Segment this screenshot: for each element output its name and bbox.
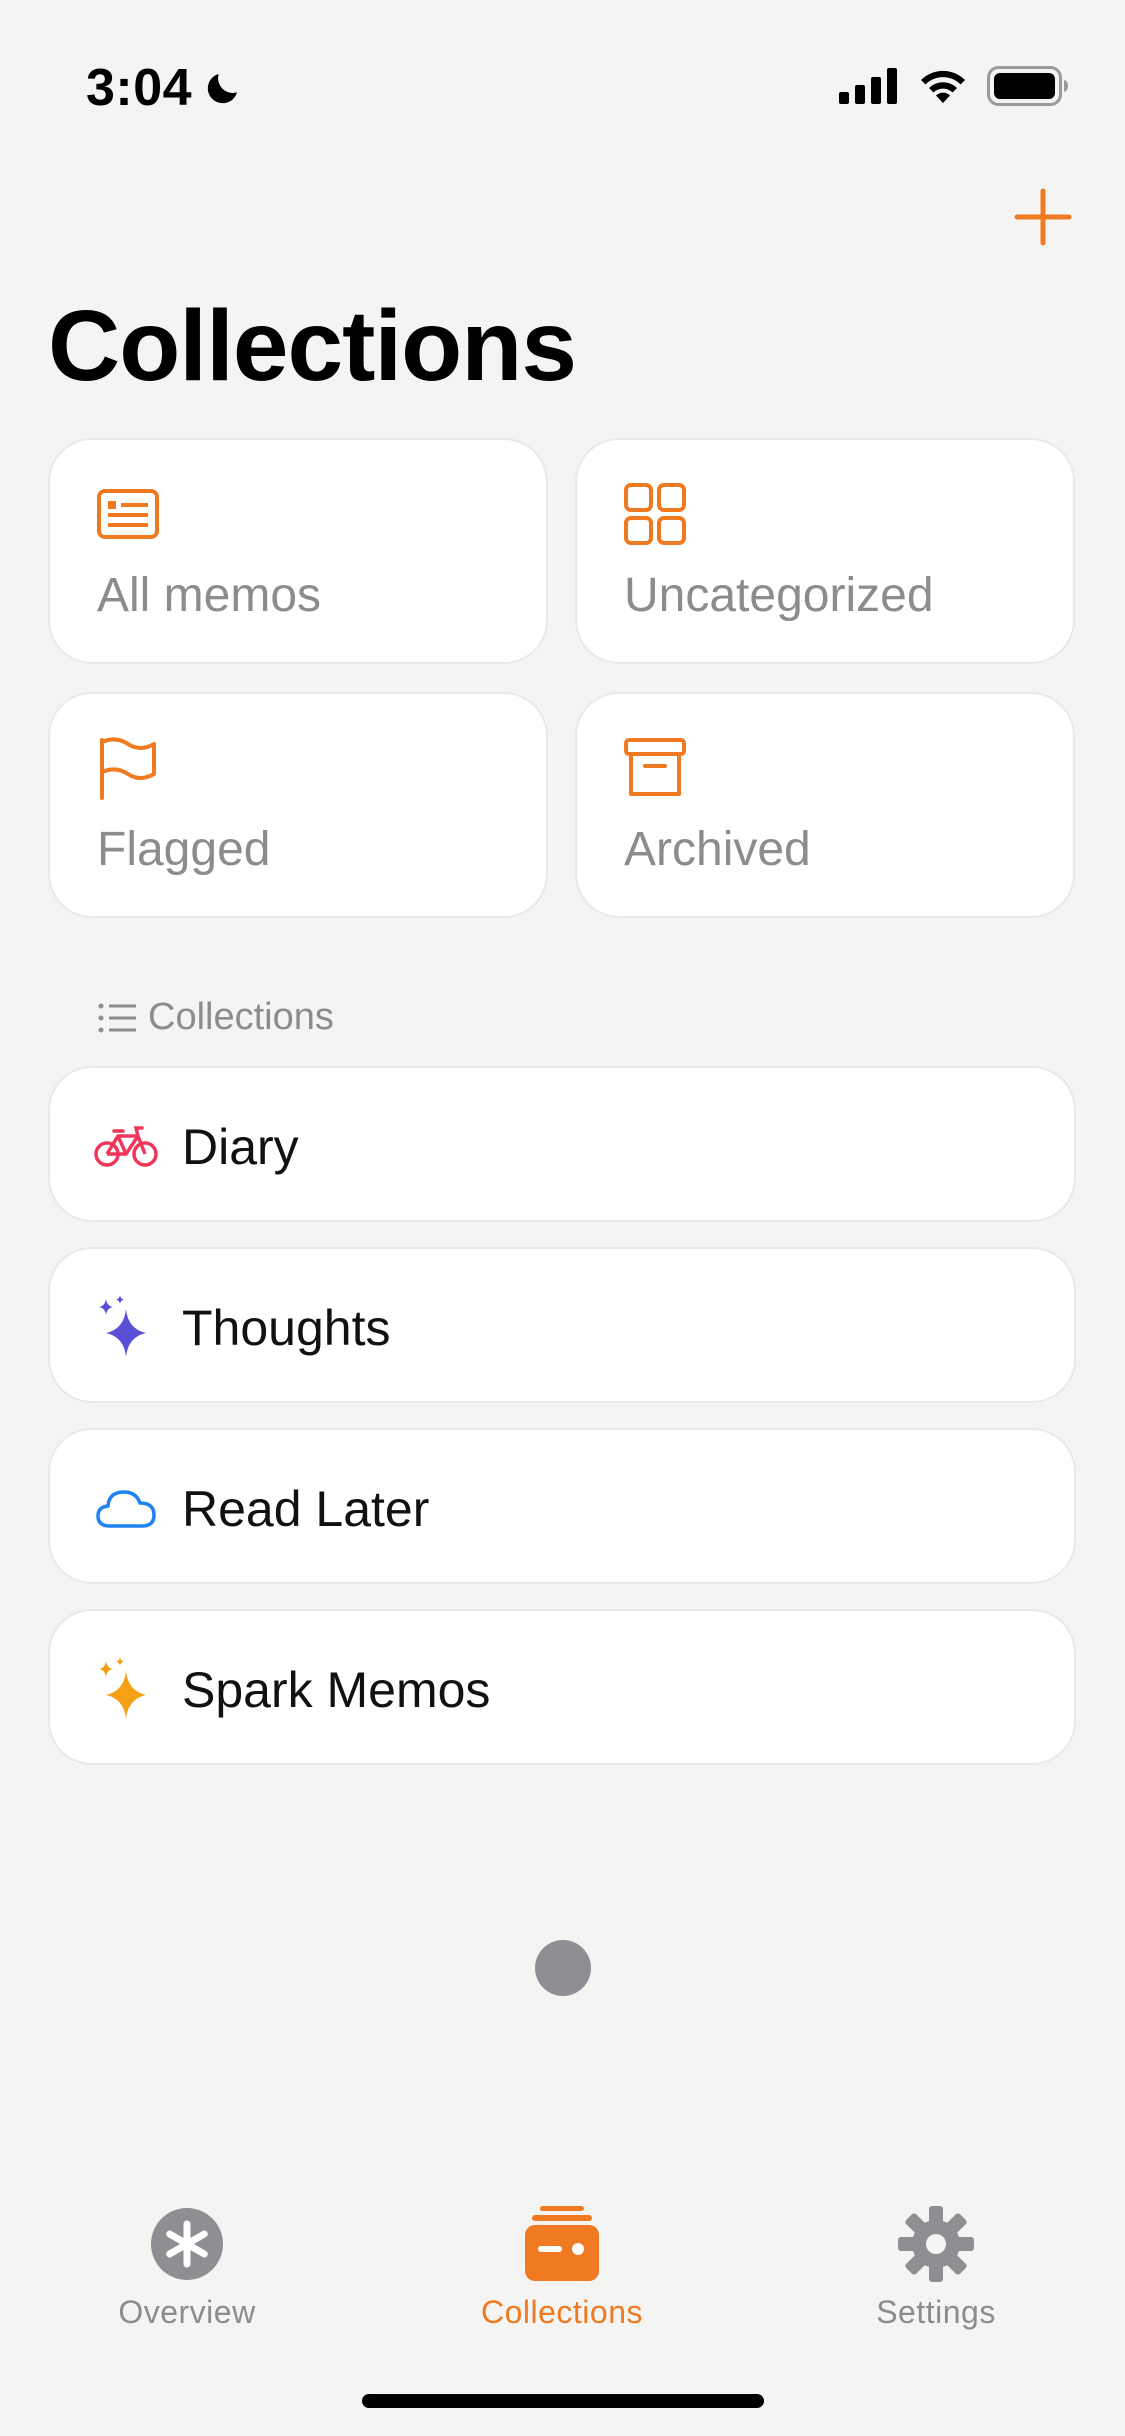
collection-label: Diary <box>182 1119 299 1175</box>
tile-archived[interactable]: Archived <box>575 692 1075 918</box>
collection-row-spark-memos[interactable]: Spark Memos <box>48 1609 1076 1765</box>
memo-list-icon <box>97 489 159 539</box>
collection-row-thoughts[interactable]: Thoughts <box>48 1247 1076 1403</box>
status-bar: 3:04 <box>0 0 1125 150</box>
collection-label: Thoughts <box>182 1300 391 1356</box>
tile-label: Archived <box>624 823 811 876</box>
collections-section-header: Collections <box>98 996 334 1039</box>
status-time: 3:04 <box>86 58 244 118</box>
tab-label: Overview <box>118 2294 256 2330</box>
collection-label: Read Later <box>182 1481 430 1537</box>
cloud-icon <box>96 1490 156 1528</box>
plus-icon <box>1014 188 1072 246</box>
moon-icon <box>207 74 238 104</box>
asterisk-icon <box>151 2208 223 2280</box>
section-label: Collections <box>148 996 334 1038</box>
tile-flagged[interactable]: Flagged <box>48 692 548 918</box>
tab-settings[interactable]: Settings <box>786 2204 1086 2331</box>
add-collection-button[interactable] <box>1012 186 1074 248</box>
collection-row-diary[interactable]: Diary <box>48 1066 1076 1222</box>
tile-label: Uncategorized <box>624 569 934 622</box>
status-icons <box>839 66 1069 106</box>
flag-icon <box>100 737 156 800</box>
wifi-icon <box>921 70 965 103</box>
grid-icon <box>624 483 686 545</box>
tile-label: Flagged <box>97 823 271 876</box>
collection-label: Spark Memos <box>182 1662 491 1718</box>
page-title: Collections <box>48 290 577 402</box>
page-indicator-dot[interactable] <box>535 1940 591 1996</box>
sparkles-icon <box>99 1295 146 1357</box>
status-time-text: 3:04 <box>86 59 193 117</box>
tab-collections[interactable]: Collections <box>412 2204 712 2331</box>
gear-icon <box>898 2206 974 2282</box>
collections-icon <box>525 2206 599 2281</box>
bicycle-icon <box>94 1126 158 1167</box>
tab-overview[interactable]: Overview <box>37 2204 337 2331</box>
tile-label: All memos <box>97 569 322 622</box>
battery-icon <box>987 66 1068 106</box>
tile-all-memos[interactable]: All memos <box>48 438 548 664</box>
sparkles-icon <box>99 1657 146 1719</box>
tab-label: Settings <box>876 2294 996 2330</box>
collection-row-read-later[interactable]: Read Later <box>48 1428 1076 1584</box>
list-icon <box>98 1003 136 1032</box>
tile-uncategorized[interactable]: Uncategorized <box>575 438 1075 664</box>
archive-box-icon <box>624 738 686 796</box>
tab-label: Collections <box>480 2294 643 2330</box>
home-indicator[interactable] <box>362 2394 764 2408</box>
cellular-signal-icon <box>839 68 897 104</box>
